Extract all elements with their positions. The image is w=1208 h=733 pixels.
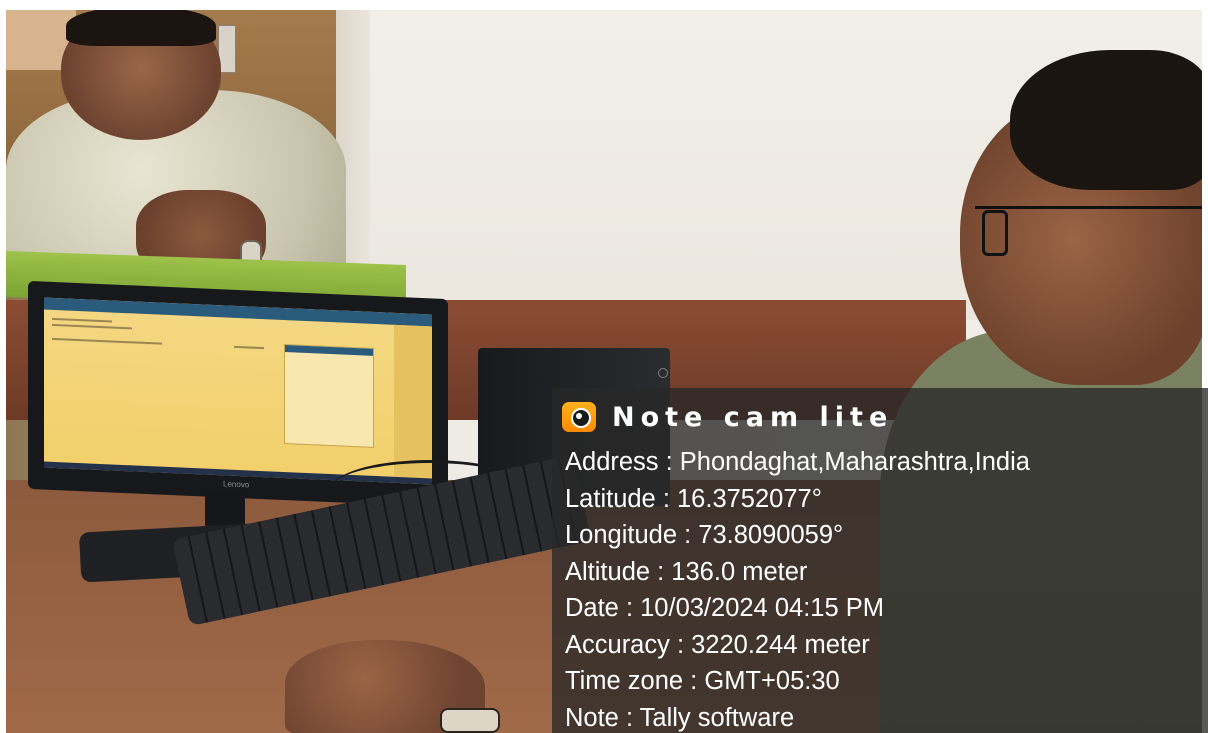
date-line: Date : 10/03/2024 04:15 PM — [565, 594, 884, 622]
overlay-app-name: Note cam lite — [612, 401, 894, 433]
screen-text-line — [52, 337, 162, 345]
screen-text-line — [52, 323, 132, 330]
note-line: Note : Tally software — [565, 703, 795, 732]
image-border-top — [0, 0, 1208, 10]
latitude-line: Latitude : 16.3752077° — [565, 484, 822, 513]
screen-text-line — [52, 317, 112, 323]
standing-man — [6, 6, 346, 290]
seated-man-watch — [440, 708, 500, 733]
overlay-info-lines: Address : Phondaghat,Maharashtra,India L… — [565, 444, 1203, 733]
camera-icon — [562, 402, 596, 432]
glasses-lens — [982, 210, 1008, 256]
standing-man-hair — [66, 6, 216, 46]
seated-man-hair — [1010, 50, 1208, 190]
overlay-title-row: Note cam lite — [562, 398, 893, 436]
address-line: Address : Phondaghat,Maharashtra,India — [565, 448, 1030, 476]
timezone-line: Time zone : GMT+05:30 — [565, 667, 840, 695]
image-border-left — [0, 0, 6, 733]
screen-text-line — [234, 345, 264, 350]
screen-topbar — [44, 297, 432, 327]
altitude-line: Altitude : 136.0 meter — [565, 557, 808, 586]
monitor-brand-label: Lenovo — [223, 479, 250, 490]
screen-panel-header — [285, 345, 373, 356]
power-icon — [658, 368, 668, 378]
screen-gateway-panel — [284, 344, 374, 448]
longitude-line: Longitude : 73.8090059° — [565, 521, 844, 549]
glasses — [975, 206, 1207, 250]
accuracy-line: Accuracy : 3220.244 meter — [565, 630, 870, 659]
monitor-screen — [44, 297, 432, 485]
